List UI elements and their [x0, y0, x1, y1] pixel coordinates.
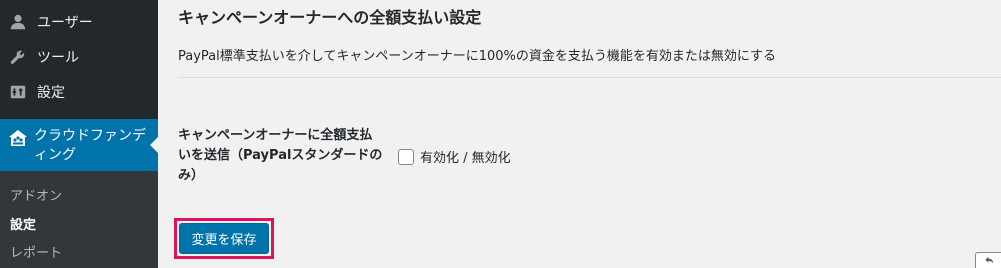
- submenu-item-reports[interactable]: レポート: [10, 242, 62, 261]
- settings-content: キャンペーンオーナーへの全額支払い設定 PayPal標準支払いを介してキャンペー…: [158, 0, 1001, 268]
- divider: [178, 77, 1001, 78]
- section-description: PayPal標準支払いを介してキャンペーンオーナーに100%の資金を支払う機能を…: [178, 49, 777, 64]
- save-changes-button[interactable]: 変更を保存: [179, 223, 269, 254]
- section-title: キャンペーンオーナーへの全額支払い設定: [178, 8, 482, 27]
- admin-sidebar: ユーザー ツール 設定 クラウドファンディング アドオン 設定 レポート: [0, 0, 158, 268]
- sidebar-item-settings[interactable]: 設定: [0, 75, 158, 109]
- sidebar-item-label: ユーザー: [37, 15, 93, 31]
- submenu-item-settings[interactable]: 設定: [10, 214, 36, 233]
- full-payout-toggle[interactable]: 有効化 / 無効化: [398, 147, 511, 166]
- sidebar-item-crowdfunding[interactable]: クラウドファンディング: [0, 119, 158, 171]
- sidebar-item-label: 設定: [37, 85, 65, 101]
- active-indicator-arrow: [150, 137, 158, 153]
- sidebar-item-tools[interactable]: ツール: [0, 40, 158, 74]
- submenu-item-addons[interactable]: アドオン: [10, 185, 62, 204]
- sidebar-item-label: ツール: [37, 50, 79, 66]
- tools-icon: [8, 47, 28, 67]
- checkbox-label: 有効化 / 無効化: [420, 151, 511, 166]
- full-payout-checkbox[interactable]: [398, 148, 414, 165]
- sidebar-item-label: クラウドファンディング: [34, 128, 146, 163]
- settings-icon: [8, 82, 28, 102]
- sidebar-item-users[interactable]: ユーザー: [0, 5, 158, 39]
- field-label: キャンペーンオーナーに全額支払いを送信（PayPalスタンダードのみ）: [178, 128, 383, 183]
- users-icon: [8, 12, 28, 32]
- crowdfunding-icon: [8, 128, 28, 148]
- undo-icon[interactable]: [975, 252, 1001, 268]
